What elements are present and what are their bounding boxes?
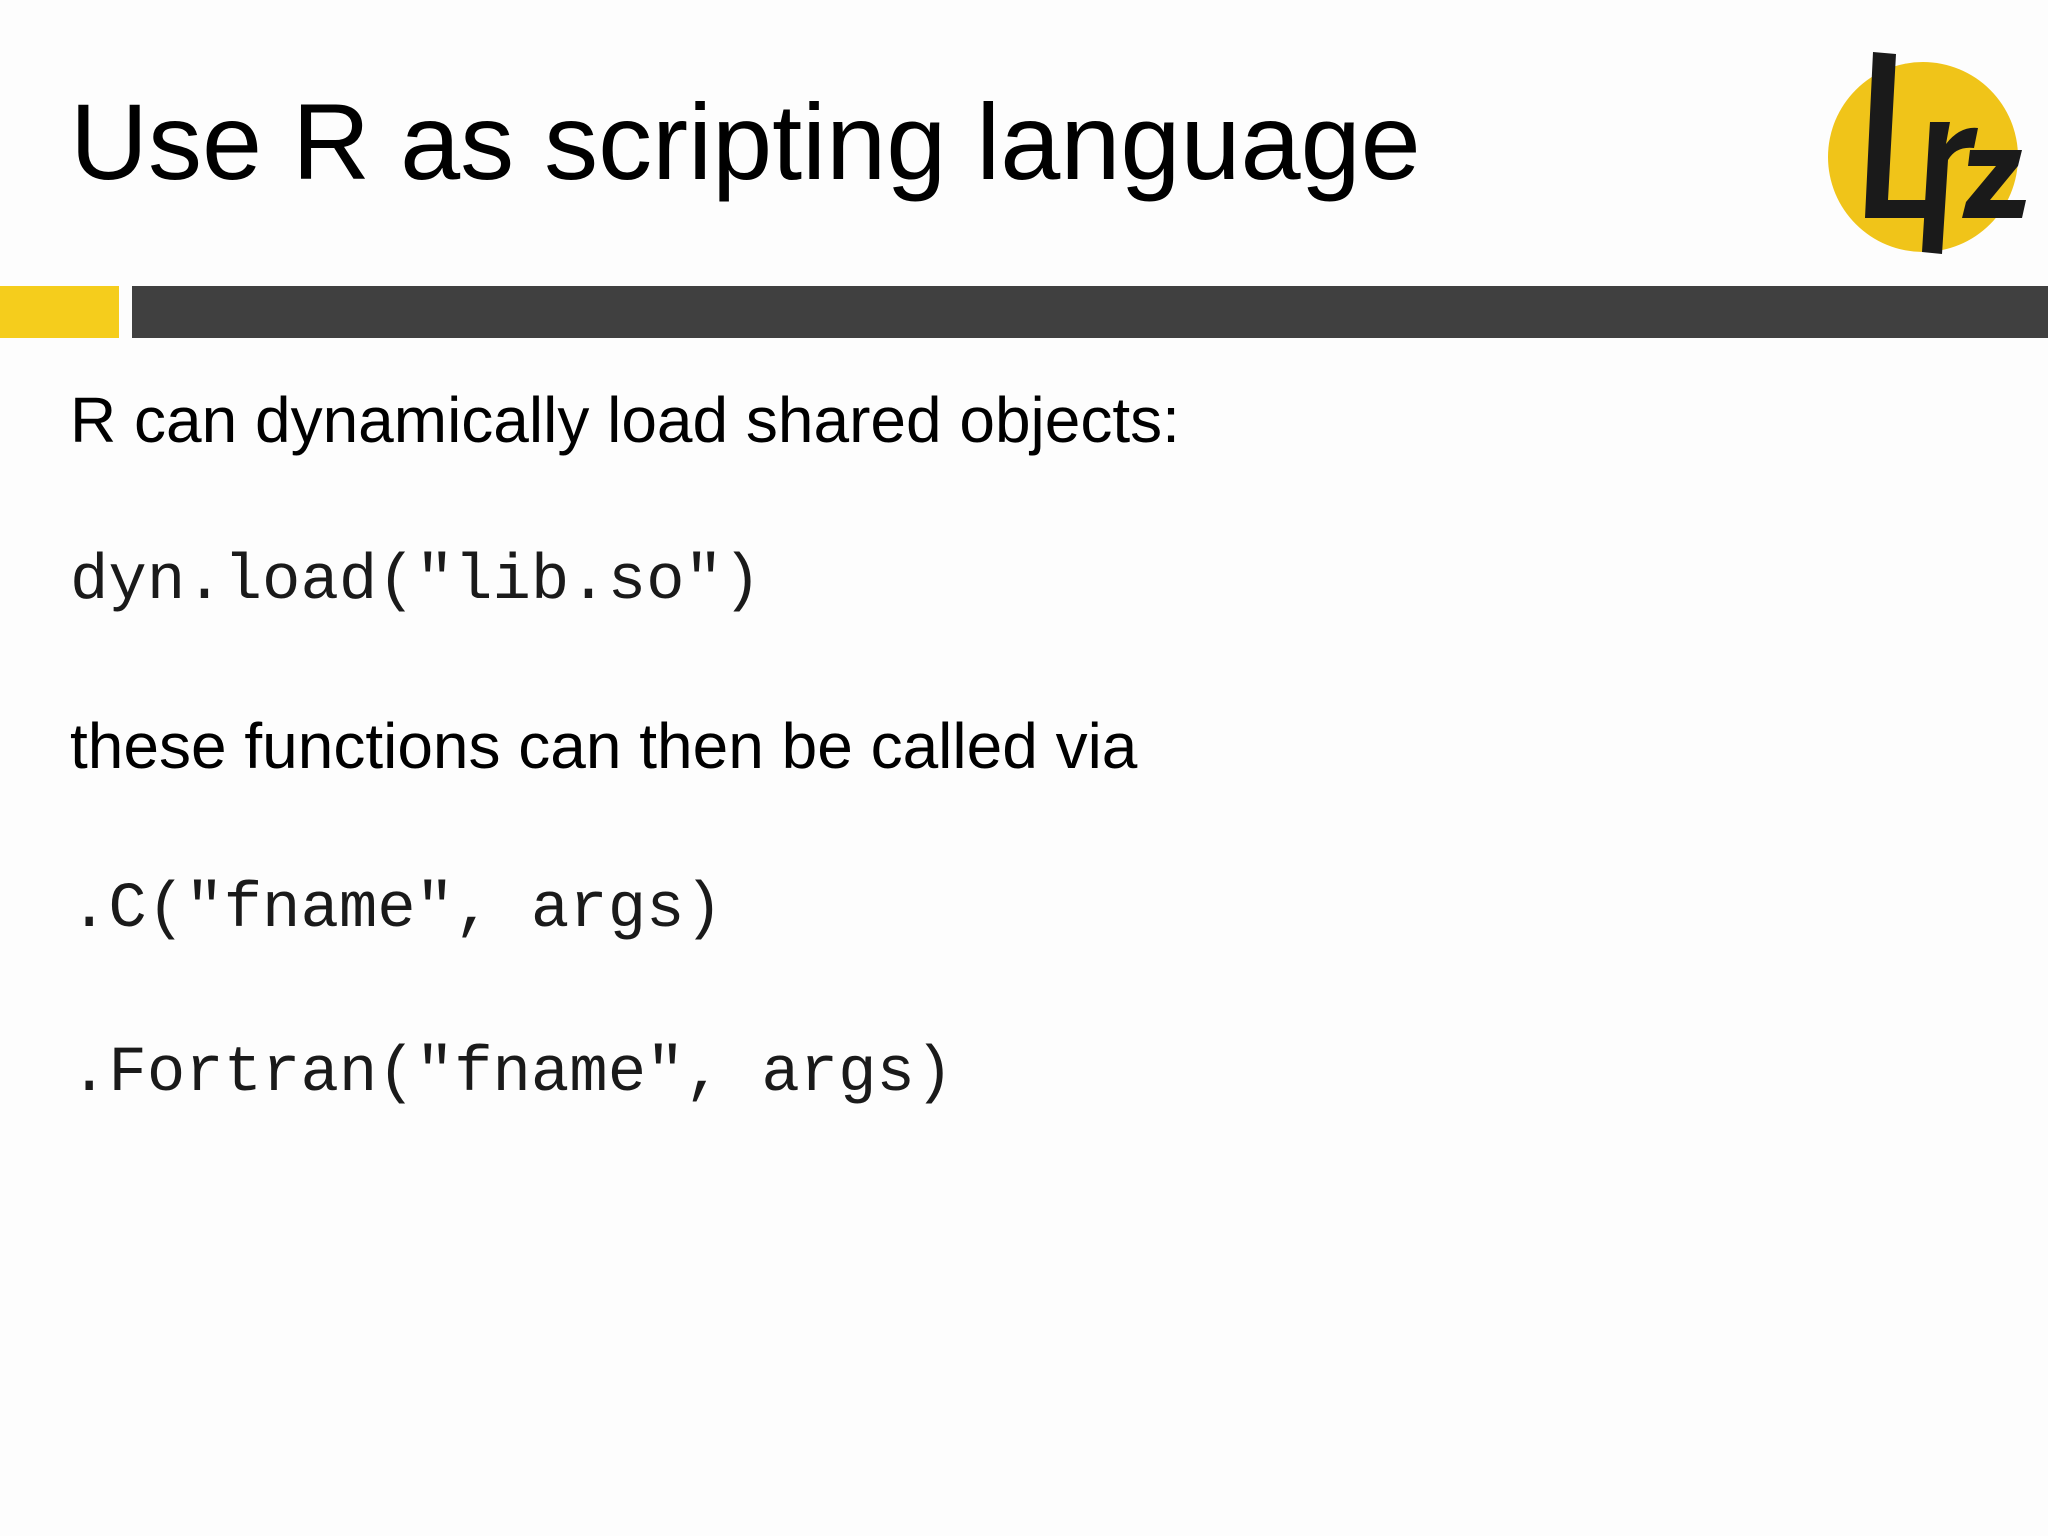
call-description-text: these functions can then be called via — [70, 710, 1138, 782]
title-divider-bar — [132, 286, 2048, 338]
dyn-load-code: dyn.load("lib.so") — [70, 546, 762, 618]
intro-text: R can dynamically load shared objects: — [70, 384, 1180, 456]
c-call-code: .C("fname", args) — [70, 874, 723, 946]
fortran-call-code: .Fortran("fname", args) — [70, 1038, 954, 1110]
slide: Use R as scripting language R can dynami… — [0, 0, 2048, 1536]
lrz-logo — [1828, 52, 2026, 254]
title-accent-block — [0, 286, 119, 338]
slide-title: Use R as scripting language — [70, 81, 1421, 202]
